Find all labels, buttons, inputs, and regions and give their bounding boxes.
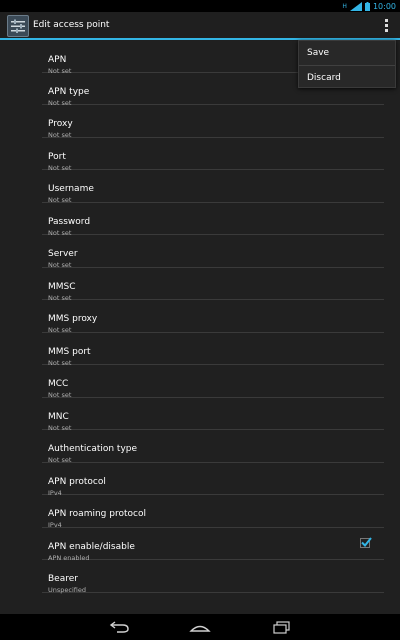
preference-item[interactable]: APN enable/disable APN enabled (42, 528, 384, 562)
preference-title: MMSC (48, 281, 76, 292)
save-menu-item[interactable]: Save (299, 41, 395, 65)
preference-title: MMS proxy (48, 314, 98, 324)
status-icons: H 10:00 (342, 0, 396, 12)
preference-item[interactable]: MCC Not set (42, 365, 384, 399)
battery-icon (364, 1, 370, 11)
preference-title: MCC (48, 379, 69, 389)
preference-title: APN type (48, 86, 90, 97)
preference-title: Proxy (48, 119, 73, 129)
preference-title: Server (48, 249, 78, 259)
preference-item[interactable]: APN roaming protocol IPv4 (42, 495, 384, 529)
preference-title: Bearer (48, 574, 78, 584)
settings-icon[interactable] (7, 15, 29, 37)
preference-title: Password (48, 216, 91, 227)
preference-title: Authentication type (48, 444, 138, 454)
preference-item[interactable]: Proxy Not set (42, 105, 384, 139)
preference-item[interactable]: Port Not set (42, 138, 384, 172)
overflow-menu: Save Discard (298, 40, 396, 88)
recent-apps-icon[interactable] (270, 619, 294, 635)
action-bar: Edit access point (0, 12, 400, 40)
back-icon[interactable] (108, 619, 132, 635)
preference-title: APN protocol (48, 476, 106, 487)
preference-title: Port (48, 151, 66, 162)
preference-item[interactable]: MMS port Not set (42, 333, 384, 367)
preference-item[interactable]: MMSC Not set (42, 268, 384, 302)
preference-title: APN roaming protocol (48, 509, 146, 519)
preference-item[interactable]: Password Not set (42, 203, 384, 237)
preference-item[interactable]: Server Not set (42, 235, 384, 269)
discard-menu-item[interactable]: Discard (299, 65, 395, 89)
preference-item[interactable]: Authentication type Not set (42, 430, 384, 464)
preference-title: APN enable/disable (48, 541, 135, 552)
preference-list-container: APN Not set APN type Not set Proxy Not set Por… (0, 40, 400, 614)
preference-title: Username (48, 184, 94, 194)
preference-list: APN Not set APN type Not set Proxy Not set Por… (42, 40, 384, 594)
preference-item[interactable]: MNC Not set (42, 398, 384, 432)
home-icon[interactable] (188, 619, 212, 635)
page-title: Edit access point (33, 20, 110, 30)
network-type-label: H (342, 2, 347, 10)
status-bar: H 10:00 (0, 0, 400, 12)
preference-summary: Unspecified (48, 586, 86, 594)
preference-title: MMS port (48, 346, 91, 357)
navigation-bar (0, 614, 400, 640)
preference-item[interactable]: Username Not set (42, 170, 384, 204)
apn-enable-checkbox[interactable] (360, 536, 372, 548)
clock: 10:00 (372, 1, 396, 11)
preference-title: APN (48, 55, 67, 65)
signal-icon (349, 1, 362, 11)
preference-title: MNC (48, 411, 69, 422)
preference-item[interactable]: Bearer Unspecified (42, 560, 384, 594)
preference-item[interactable]: APN protocol IPv4 (42, 463, 384, 497)
preference-item[interactable]: MMS proxy Not set (42, 300, 384, 334)
overflow-menu-icon[interactable] (380, 18, 392, 34)
